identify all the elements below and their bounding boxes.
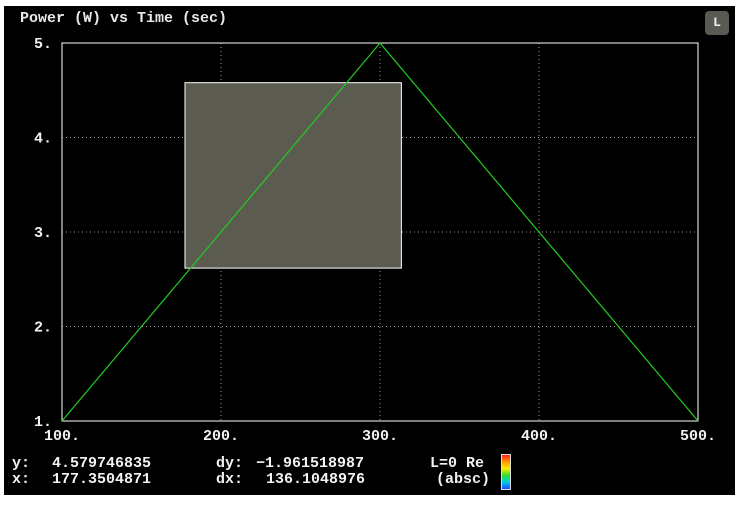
x-tick-label: 200. [203,428,239,445]
x-tick-label: 500. [680,428,716,445]
y-readout-label: y: [12,455,31,472]
y-readout-value: 4.579746835 [52,455,152,472]
y-tick-label: 5. [34,36,52,53]
y-tick-labels: 1. 2. 3. 4. 5. [34,36,52,431]
x-tick-label: 300. [362,428,398,445]
x-readout-value: 177.3504871 [52,471,152,488]
chart-canvas[interactable]: 100. 200. 300. 400. 500. 1.2.3.4.5. [4,6,735,495]
plot-window: Power (W) vs Time (sec) L 100. 200. 300. 40… [4,6,735,495]
dy-readout-label: dy: [216,455,244,472]
selection-box[interactable] [184,82,402,269]
y-tick-label: 4. [34,131,52,148]
dx-readout-label: dx: [216,471,244,488]
y-tick-label: 2. [34,320,52,337]
x-tick-label: 400. [521,428,557,445]
y-tick-label: 3. [34,225,52,242]
colorbar-icon [501,454,511,490]
dx-readout-value: 136.1048976 [266,471,366,488]
dy-readout-value: −1.961518987 [256,455,365,472]
x-tick-labels: 100. 200. 300. 400. 500. [44,428,716,445]
mode-readout-line1: L=0 Re [430,455,485,472]
y-tick-label: 1. [34,414,52,431]
mode-readout-line2: (absc) [436,471,491,488]
x-readout-label: x: [12,471,31,488]
